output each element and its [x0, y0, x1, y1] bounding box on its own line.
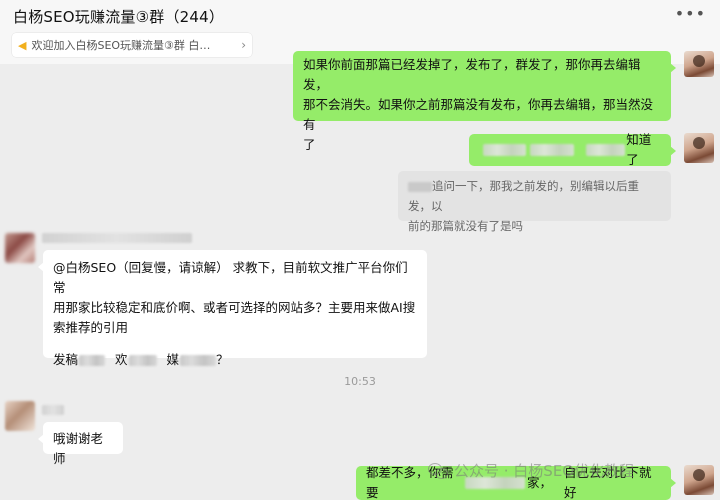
message-line: 发稿 欢 媒 ？: [53, 350, 417, 370]
user-avatar[interactable]: [5, 401, 35, 431]
chat-title: 白杨SEO玩赚流量③群（244）: [13, 8, 225, 26]
redacted-text: [180, 354, 217, 366]
message-line: 索推荐的引用: [53, 320, 129, 335]
message-line: 那不会消失。如果你之前那篇没有发布，你再去编辑，那当然没有: [303, 97, 654, 132]
message-line: 如果你前面那篇已经发掉了，发布了，群发了，那你再去编辑发，: [303, 57, 641, 92]
sender-name-redacted: [42, 405, 64, 415]
message-line: @白杨SEO（回复慢，请谅解） 求教下，目前软文推广平台你们常: [53, 260, 408, 295]
message-text: 哦谢谢老师: [53, 431, 104, 466]
message-text: 媒: [166, 352, 180, 367]
redacted-text: [128, 354, 157, 366]
self-avatar[interactable]: [684, 465, 714, 495]
message-timestamp: 10:53: [344, 375, 376, 388]
speaker-icon: ◀: [18, 38, 27, 52]
chevron-right-icon: ›: [241, 38, 246, 52]
sender-name-redacted: [42, 233, 192, 243]
self-avatar[interactable]: [684, 133, 714, 163]
redacted-name: [408, 181, 432, 192]
watermark-text: 公众号 · 白杨SEO优化教程: [454, 462, 635, 480]
redacted-text: [483, 144, 526, 156]
message-text: 知道了: [626, 132, 652, 167]
message-bubble-self[interactable]: 知道了: [469, 132, 676, 167]
more-options-icon[interactable]: •••: [675, 6, 706, 22]
message-bubble-other[interactable]: 哦谢谢老师: [38, 422, 123, 466]
quoted-message[interactable]: 追问一下，那我之前发的，别编辑以后重发，以 前的那篇就没有了是吗: [398, 171, 671, 233]
watermark: 公众号 · 白杨SEO优化教程: [428, 460, 634, 481]
quoted-text: 追问一下，那我之前发的，别编辑以后重发，以: [408, 179, 639, 213]
message-line: 用那家比较稳定和底价啊、或者可选择的网站多？主要用来做AI搜: [53, 300, 416, 315]
redacted-text: [529, 144, 575, 156]
group-notice-text: 欢迎加入白杨SEO玩赚流量③群 白…: [31, 39, 211, 52]
quoted-text: 前的那篇就没有了是吗: [408, 219, 523, 233]
redacted-text: [79, 354, 106, 366]
group-notice-bar[interactable]: ◀ 欢迎加入白杨SEO玩赚流量③群 白… ›: [12, 33, 252, 57]
wechat-icon: [428, 462, 448, 479]
quoted-line: 追问一下，那我之前发的，别编辑以后重发，以: [408, 176, 661, 216]
message-text: 欢: [115, 352, 128, 367]
message-bubble-other[interactable]: @白杨SEO（回复慢，请谅解） 求教下，目前软文推广平台你们常 用那家比较稳定和…: [38, 250, 427, 367]
message-text: 发稿: [53, 352, 79, 367]
self-avatar[interactable]: [684, 51, 714, 77]
message-text: ？: [216, 352, 229, 367]
redacted-text: [586, 144, 626, 156]
user-avatar[interactable]: [5, 233, 35, 263]
message-bubble-self[interactable]: 如果你前面那篇已经发掉了，发布了，群发了，那你再去编辑发， 那不会消失。如果你之…: [293, 51, 676, 152]
